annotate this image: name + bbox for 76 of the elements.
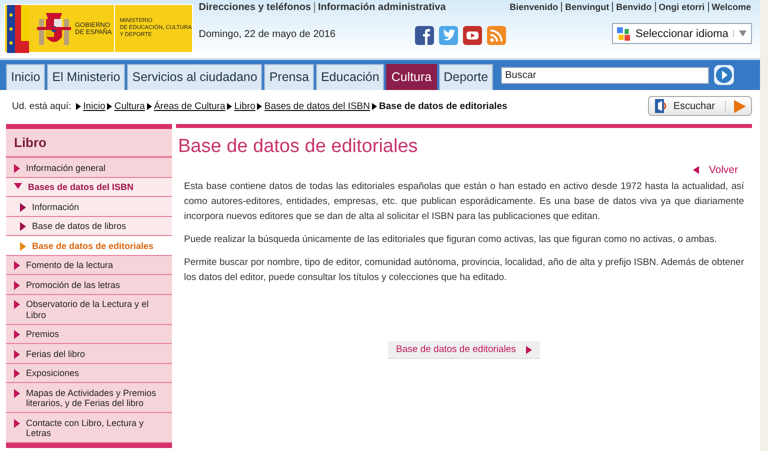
breadcrumb-link[interactable]: Áreas de Cultura <box>154 100 226 112</box>
sidebar-item[interactable]: Observatorio de la Lectura y el Libro <box>6 294 172 324</box>
page-title: Base de datos de editoriales <box>178 136 419 158</box>
expanded-arrow-icon <box>14 183 22 189</box>
paragraph: Permite buscar por nombre, tipo de editor, comunidad autónoma, provincia, localidad, año de alta y prefijo ISBN. Además de obtener los datos del editor, puede consultar los títulos y colecciones que ha editado. <box>184 256 744 285</box>
breadcrumb-link[interactable]: Cultura <box>114 100 145 112</box>
sidebar-item[interactable]: Premios <box>6 324 172 344</box>
sidebar-item[interactable]: Mapas de Actividades y Premios literarios, y de Ferias del libro <box>6 383 172 413</box>
breadcrumb-arrow-icon <box>76 102 82 110</box>
play-icon <box>733 100 746 112</box>
sidebar-item[interactable]: Contacte con Libro, Lectura y Letras <box>6 413 172 443</box>
nav-tab[interactable]: El Ministerio <box>47 64 126 90</box>
date-text: Domingo, 22 de mayo de 2016 <box>198 29 336 40</box>
nav-tab[interactable]: Deporte <box>438 64 494 90</box>
listen-label: Escuchar <box>673 100 726 112</box>
collapsed-arrow-icon <box>14 350 20 358</box>
collapsed-arrow-icon <box>14 164 20 172</box>
speaker-icon <box>654 98 668 114</box>
listen-button[interactable]: Escuchar <box>648 96 752 116</box>
nav-tab[interactable]: Cultura <box>386 64 437 90</box>
language-select[interactable]: Seleccionar idioma <box>612 23 752 44</box>
arrow-icon <box>20 242 26 250</box>
collapsed-arrow-icon <box>14 388 20 398</box>
header-link[interactable]: Direcciones y teléfonos <box>198 2 315 13</box>
translate-icon <box>617 26 630 42</box>
breadcrumb-arrow-icon <box>372 102 378 110</box>
collapsed-arrow-icon <box>14 330 20 339</box>
collapsed-arrow-icon <box>14 418 20 428</box>
back-arrow-icon <box>692 166 699 174</box>
breadcrumb-link[interactable]: Bases de datos del ISBN <box>264 100 370 112</box>
breadcrumb-arrow-icon <box>146 102 152 110</box>
paragraph: Esta base contiene datos de todas las editoriales españolas que están o han estado en activo desde 1972 hasta la actualidad, así como autores-editores, entidades, empresas, etc. que publican esporádicamente. Es una base de datos viva ya que diariamente incorpora nuevos editores que se dan de alta al solicitar el ISBN para las publicaciones que editan. <box>184 180 744 224</box>
language-link[interactable]: Ongi etorri <box>654 2 708 12</box>
search-field[interactable]: Buscar <box>501 66 710 84</box>
breadcrumb-arrow-icon <box>227 102 232 110</box>
database-link-button[interactable]: Base de datos de editoriales <box>388 341 540 359</box>
nav-tab[interactable]: Servicios al ciudadano <box>127 64 262 90</box>
breadcrumb-link[interactable]: Libro <box>234 100 256 112</box>
sidebar-subitem[interactable]: Información <box>6 197 172 216</box>
dropdown-caret-icon <box>733 30 747 37</box>
arrow-icon <box>20 202 26 212</box>
sidebar-item[interactable]: Promoción de las letras <box>6 275 172 294</box>
arrow-icon <box>526 346 532 354</box>
language-link[interactable]: Benvido <box>612 2 655 12</box>
sidebar-subitem[interactable]: Base de datos de editoriales <box>6 236 172 256</box>
select-label: Seleccionar idioma <box>635 28 728 40</box>
breadcrumb-label: Ud. está aquí: <box>12 100 72 112</box>
bird-icon[interactable] <box>438 26 458 45</box>
rss-icon[interactable] <box>486 26 506 45</box>
language-link[interactable]: Benvingut <box>561 2 612 12</box>
collapsed-arrow-icon <box>14 300 20 309</box>
language-link[interactable]: Welcome <box>708 2 754 12</box>
sidebar-subitem[interactable]: Base de datos de libros <box>6 216 172 236</box>
nav-tab[interactable]: Inicio <box>6 64 46 90</box>
search-go-button[interactable] <box>714 65 734 85</box>
collapsed-arrow-icon <box>14 369 20 378</box>
facebook-icon[interactable] <box>414 26 434 45</box>
sidebar-item[interactable]: Bases de datos del ISBN <box>6 178 172 197</box>
sidebar-item[interactable]: Ferias del libro <box>6 344 172 364</box>
header-link[interactable]: Información administrativa <box>318 2 449 13</box>
video-play-icon[interactable] <box>462 26 482 45</box>
language-link[interactable]: Bienvenido <box>506 2 562 12</box>
sidebar-title: Libro <box>6 129 172 158</box>
breadcrumb-current: Base de datos de editoriales <box>379 100 508 112</box>
nav-tab[interactable]: Educación <box>316 64 384 90</box>
arrow-icon <box>20 222 26 231</box>
sidebar-item[interactable]: Fomento de la lectura <box>6 256 172 275</box>
paragraph: Puede realizar la búsqueda únicamente de las editoriales que figuran como activas, las que figuran como no activas, o ambas. <box>184 233 718 247</box>
breadcrumb-arrow-icon <box>257 102 262 110</box>
collapsed-arrow-icon <box>14 261 20 270</box>
sidebar-item[interactable]: Exposiciones <box>6 364 172 383</box>
back-link[interactable]: Volver <box>692 164 738 176</box>
breadcrumb-arrow-icon <box>107 102 112 110</box>
collapsed-arrow-icon <box>14 280 20 290</box>
nav-tab[interactable]: Prensa <box>264 64 314 90</box>
breadcrumb-link[interactable]: Inicio <box>83 100 106 112</box>
